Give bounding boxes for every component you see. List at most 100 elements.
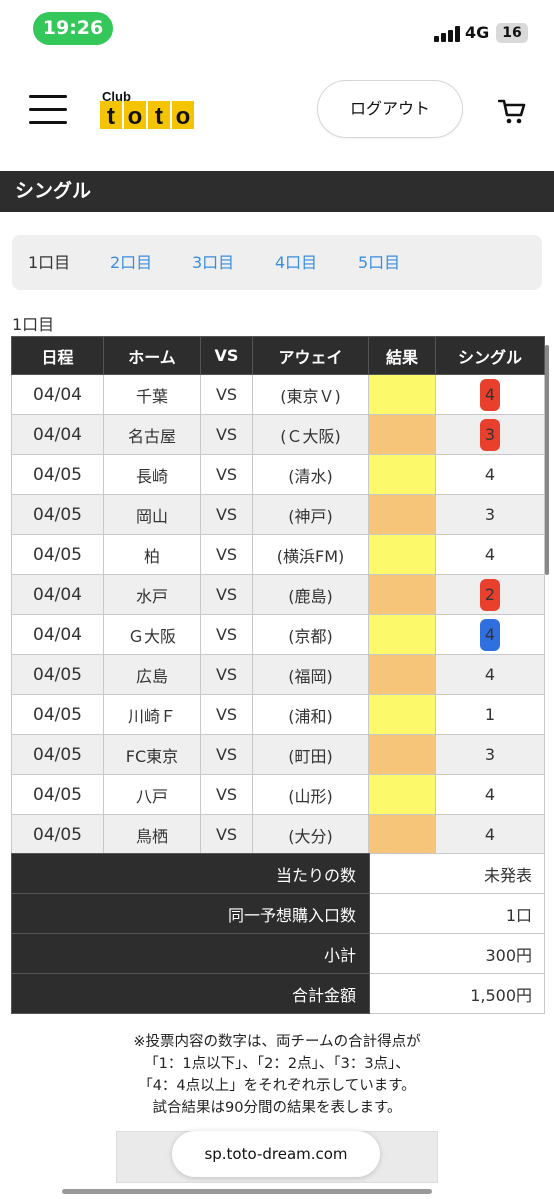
vs-label: VS (200, 654, 253, 695)
single-pick-value: 3 (480, 418, 500, 451)
result-cell (368, 814, 436, 855)
result-cell (368, 774, 436, 815)
away-team: (鹿島) (252, 574, 369, 615)
match-date: 04/05 (11, 454, 104, 495)
match-date: 04/05 (11, 534, 104, 575)
home-team: 八戸 (103, 774, 201, 815)
single-pick: 3 (435, 734, 545, 775)
table-row: 04/05 FC東京 VS (町田) 3 (11, 734, 545, 775)
menu-icon[interactable] (29, 95, 67, 125)
result-cell (368, 574, 436, 615)
table-row: 04/05 広島 VS (福岡) 4 (11, 654, 545, 695)
away-team: (福岡) (252, 654, 369, 695)
tab-unit-3[interactable]: 3口目 (192, 235, 234, 290)
summary-label: 当たりの数 (11, 853, 370, 894)
away-team: (横浜FM) (252, 534, 369, 575)
svg-text:o: o (128, 103, 143, 129)
table-row: 04/04 名古屋 VS (Ｃ大阪) 3 (11, 414, 545, 455)
table-row: 04/05 柏 VS (横浜FM) 4 (11, 534, 545, 575)
single-pick-value: 3 (484, 744, 496, 764)
match-date: 04/05 (11, 694, 104, 735)
result-cell (368, 614, 436, 655)
summary-row-total: 合計金額 1,500円 (11, 973, 545, 1014)
summary-label: 合計金額 (11, 973, 370, 1014)
cart-icon[interactable] (498, 99, 526, 125)
note-line: 「4：4点以上」をそれぞれ示しています。 (138, 1078, 416, 1094)
result-cell (368, 494, 436, 535)
result-cell (368, 454, 436, 495)
home-team: 名古屋 (103, 414, 201, 455)
status-bar: 19:26 4G 16 (0, 0, 554, 58)
match-date: 04/04 (11, 614, 104, 655)
single-pick-value: 4 (484, 464, 496, 484)
note-line: 「1：1点以下」、「2：2点」、「3：3点」、 (144, 1056, 410, 1072)
result-cell (368, 694, 436, 735)
summary-value: 1口 (369, 893, 545, 934)
status-time: 19:26 (33, 12, 113, 45)
single-pick-value: 4 (484, 664, 496, 684)
vs-label: VS (200, 814, 253, 855)
single-pick-value: 3 (484, 504, 496, 524)
svg-text:o: o (176, 103, 191, 129)
single-pick: 4 (435, 774, 545, 815)
header-result: 結果 (368, 336, 436, 375)
vote-note: ※投票内容の数字は、両チームの合計得点が 「1：1点以下」、「2：2点」、「3：… (0, 1031, 554, 1119)
single-pick-value: 4 (484, 544, 496, 564)
home-team: 長崎 (103, 454, 201, 495)
single-pick: 4 (435, 614, 545, 655)
home-indicator (62, 1189, 432, 1194)
single-pick-value: 4 (484, 784, 496, 804)
result-cell (368, 534, 436, 575)
tab-unit-5[interactable]: 5口目 (358, 235, 400, 290)
home-team: 柏 (103, 534, 201, 575)
vs-label: VS (200, 454, 253, 495)
tab-unit-1[interactable]: 1口目 (28, 235, 70, 290)
summary-value: 1,500円 (369, 973, 545, 1014)
summary-row-subtotal: 小計 300円 (11, 933, 545, 974)
summary-label: 小計 (11, 933, 370, 974)
vs-label: VS (200, 374, 253, 415)
scrollbar[interactable] (545, 345, 549, 575)
home-team: FC東京 (103, 734, 201, 775)
club-toto-logo[interactable]: Club t o t o (100, 89, 196, 131)
home-team: 岡山 (103, 494, 201, 535)
result-cell (368, 734, 436, 775)
away-team: (京都) (252, 614, 369, 655)
single-pick: 4 (435, 814, 545, 855)
result-cell (368, 654, 436, 695)
logout-button[interactable]: ログアウト (317, 80, 463, 138)
away-team: (大分) (252, 814, 369, 855)
svg-text:t: t (107, 103, 115, 129)
home-team: 川崎Ｆ (103, 694, 201, 735)
table-row: 04/04 Ｇ大阪 VS (京都) 4 (11, 614, 545, 655)
unit-tabs: 1口目 2口目 3口目 4口目 5口目 (12, 235, 542, 290)
note-line: 試合結果は90分間の結果を表します。 (152, 1100, 402, 1116)
summary-value: 300円 (369, 933, 545, 974)
signal-icon (434, 26, 460, 42)
single-pick: 3 (435, 494, 545, 535)
single-pick: 3 (435, 414, 545, 455)
battery-icon: 16 (496, 23, 528, 43)
round-label: 1口目 (12, 315, 55, 334)
single-pick: 4 (435, 534, 545, 575)
single-pick-value: 2 (480, 578, 500, 611)
result-cell (368, 374, 436, 415)
tab-unit-2[interactable]: 2口目 (110, 235, 152, 290)
home-team: Ｇ大阪 (103, 614, 201, 655)
summary-value: 未発表 (369, 853, 545, 894)
note-line: ※投票内容の数字は、両チームの合計得点が (133, 1034, 421, 1050)
vs-label: VS (200, 774, 253, 815)
browser-url-bar[interactable]: sp.toto-dream.com (172, 1131, 380, 1177)
table-row: 04/05 八戸 VS (山形) 4 (11, 774, 545, 815)
table-header-row: 日程 ホーム VS アウェイ 結果 シングル (11, 336, 545, 375)
section-title: シングル (0, 171, 554, 212)
vs-label: VS (200, 494, 253, 535)
single-pick: 1 (435, 694, 545, 735)
vs-label: VS (200, 734, 253, 775)
away-team: (山形) (252, 774, 369, 815)
single-pick: 4 (435, 654, 545, 695)
header-vs: VS (200, 336, 253, 375)
tab-unit-4[interactable]: 4口目 (275, 235, 317, 290)
single-pick: 4 (435, 374, 545, 415)
logo-toto-mark: t o t o (100, 101, 194, 129)
